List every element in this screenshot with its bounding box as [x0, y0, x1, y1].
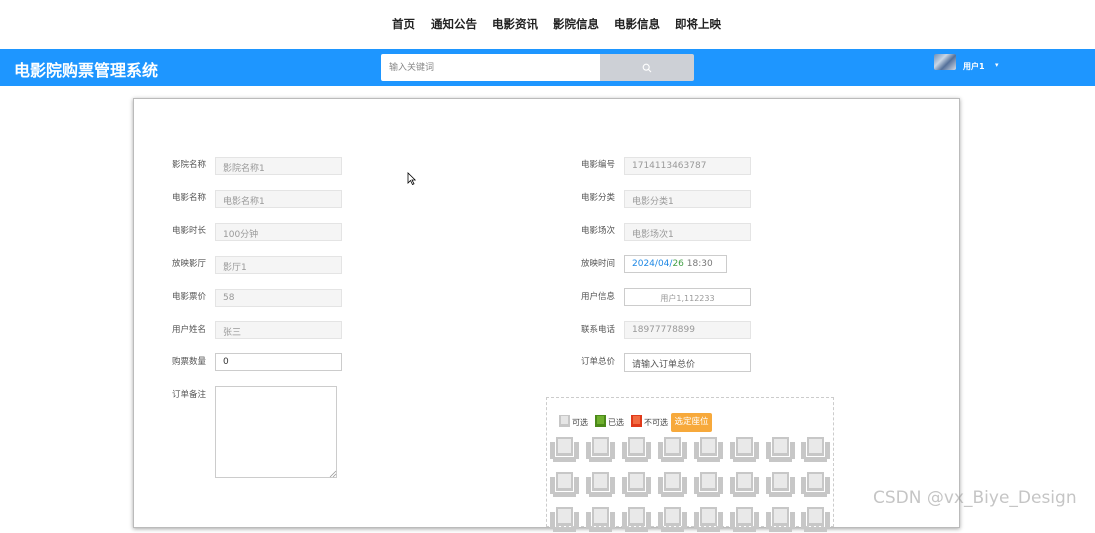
nav-coming-soon[interactable]: 即将上映	[675, 16, 721, 32]
ticket-count-label: 购票数量	[172, 357, 207, 367]
movie-category-field[interactable]: 电影分类1	[624, 190, 751, 208]
seat-icon[interactable]	[586, 506, 615, 533]
showing-field[interactable]: 电影场次1	[624, 223, 751, 241]
user-info-field[interactable]: 用户1,112233	[624, 288, 751, 306]
seat-icon[interactable]	[766, 436, 795, 463]
show-time-label: 放映时间	[581, 259, 616, 269]
movie-id-field[interactable]: 1714113463787	[624, 157, 751, 175]
seat-icon[interactable]	[622, 506, 651, 533]
chevron-down-icon[interactable]: ▾	[995, 61, 999, 69]
hall-field[interactable]: 影厅1	[215, 256, 342, 274]
nav-home[interactable]: 首页	[392, 16, 415, 32]
show-date-month: 04	[657, 259, 670, 269]
ticket-price-field[interactable]: 58	[215, 289, 342, 307]
seat-icon[interactable]	[766, 471, 795, 498]
search-icon	[642, 63, 652, 72]
seat-icon[interactable]	[694, 471, 723, 498]
phone-field[interactable]: 18977778899	[624, 321, 751, 339]
show-date-year: 2024	[632, 259, 655, 269]
legend-selected: 已选	[608, 418, 624, 427]
header-bar: 电影院购票管理系统 用户1 ▾	[0, 49, 1095, 86]
user-name-label: 用户姓名	[172, 325, 207, 335]
remark-textarea[interactable]	[215, 386, 337, 478]
cinema-name-label: 影院名称	[172, 160, 207, 170]
showing-label: 电影场次	[581, 226, 616, 236]
movie-category-label: 电影分类	[581, 193, 616, 203]
select-seat-button[interactable]: 选定座位	[671, 413, 712, 432]
seat-icon[interactable]	[622, 436, 651, 463]
ticket-price-label: 电影票价	[172, 292, 207, 302]
movie-name-field[interactable]: 电影名称1	[215, 190, 342, 208]
seat-icon[interactable]	[801, 436, 830, 463]
user-info-label: 用户信息	[581, 292, 616, 302]
seat-icon[interactable]	[730, 471, 759, 498]
seat-icon[interactable]	[622, 471, 651, 498]
movie-duration-label: 电影时长	[172, 226, 207, 236]
avatar[interactable]	[934, 54, 956, 70]
total-price-input[interactable]: 请输入订单总价	[624, 353, 751, 372]
seat-icon[interactable]	[586, 471, 615, 498]
seat-icon[interactable]	[586, 436, 615, 463]
unavailable-seat-icon	[631, 415, 642, 427]
seat-icon[interactable]	[550, 471, 579, 498]
site-title: 电影院购票管理系统	[14, 61, 159, 80]
seat-icon[interactable]	[730, 506, 759, 533]
watermark: CSDN @vx_Biye_Design	[873, 488, 1077, 508]
nav-notices[interactable]: 通知公告	[431, 16, 477, 32]
movie-id-label: 电影编号	[581, 160, 616, 170]
user-name-field[interactable]: 张三	[215, 321, 342, 339]
username[interactable]: 用户1	[963, 61, 985, 72]
hall-label: 放映影厅	[172, 259, 207, 269]
seat-icon[interactable]	[658, 471, 687, 498]
nav-movie-info[interactable]: 电影信息	[614, 16, 660, 32]
show-date-day: 26	[672, 259, 684, 269]
available-seat-icon	[559, 415, 570, 427]
seat-icon[interactable]	[801, 471, 830, 498]
resize-grip-icon[interactable]	[329, 470, 337, 478]
seat-icon[interactable]	[766, 506, 795, 533]
mouse-cursor-icon	[407, 172, 416, 185]
selected-seat-icon	[595, 415, 606, 427]
seat-icon[interactable]	[550, 436, 579, 463]
movie-duration-field[interactable]: 100分钟	[215, 223, 342, 241]
seat-icon[interactable]	[694, 436, 723, 463]
total-price-label: 订单总价	[581, 357, 616, 367]
search-input[interactable]	[381, 54, 601, 81]
show-time-field[interactable]: 2024/04/26 18:30	[624, 255, 727, 273]
seat-icon[interactable]	[801, 506, 830, 533]
legend-unavailable: 不可选	[644, 418, 668, 427]
search-button[interactable]	[600, 54, 694, 81]
remark-label: 订单备注	[172, 390, 207, 400]
legend-available: 可选	[572, 418, 588, 427]
phone-label: 联系电话	[581, 325, 616, 335]
ticket-count-field[interactable]: 0	[215, 353, 342, 371]
cinema-name-field[interactable]: 影院名称1	[215, 157, 342, 175]
show-time-value: 18:30	[686, 259, 713, 269]
top-navigation: 首页 通知公告 电影资讯 影院信息 电影信息 即将上映	[0, 0, 1095, 49]
nav-cinema-info[interactable]: 影院信息	[553, 16, 599, 32]
seat-icon[interactable]	[730, 436, 759, 463]
movie-name-label: 电影名称	[172, 193, 207, 203]
seat-icon[interactable]	[658, 436, 687, 463]
seat-icon[interactable]	[694, 506, 723, 533]
seat-icon[interactable]	[550, 506, 579, 533]
nav-movie-news[interactable]: 电影资讯	[492, 16, 538, 32]
seat-icon[interactable]	[658, 506, 687, 533]
